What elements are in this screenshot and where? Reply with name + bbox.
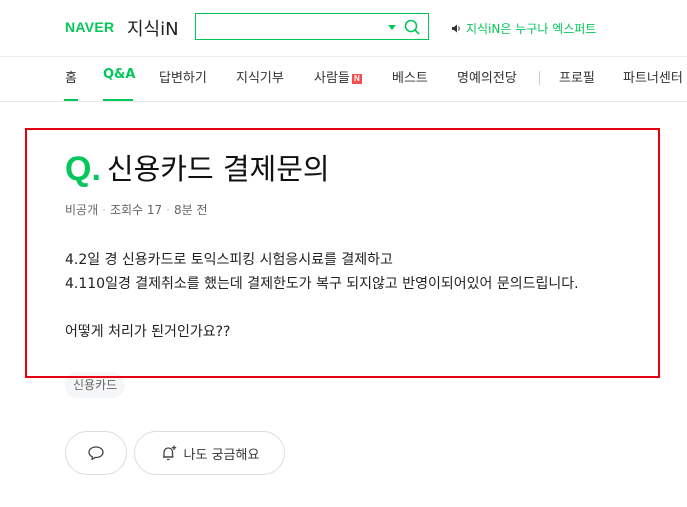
main-nav: 홈 Q&A 답변하기 지식기부 사람들 N 베스트 명예의전당 프로필 파트너센터	[0, 57, 687, 102]
tab-home[interactable]: 홈	[65, 67, 77, 86]
comment-icon	[88, 446, 104, 461]
active-tab-underline	[103, 99, 133, 101]
nav-divider	[539, 71, 540, 85]
search-input[interactable]	[200, 17, 374, 38]
new-badge: N	[351, 73, 362, 84]
expert-notice[interactable]: 지식iN은 누구나 엑스퍼트	[451, 20, 596, 37]
curious-button-label: 나도 궁금해요	[183, 447, 260, 463]
comment-button[interactable]	[65, 431, 127, 475]
expert-notice-text: 지식iN은 누구나 엑스퍼트	[466, 22, 597, 36]
tab-partner-center[interactable]: 파트너센터	[623, 67, 683, 86]
curious-button[interactable]: 나도 궁금해요	[134, 431, 285, 475]
tab-qna[interactable]: Q&A	[103, 67, 135, 82]
tab-people[interactable]: 사람들 N	[314, 67, 362, 86]
header: NAVER 지식iN 지식iN은 누구나 엑스퍼트	[0, 0, 687, 57]
tab-answer[interactable]: 답변하기	[159, 67, 207, 86]
chevron-down-icon[interactable]	[388, 25, 396, 30]
speaker-icon	[452, 24, 460, 33]
tab-best[interactable]: 베스트	[392, 67, 428, 86]
naver-logo[interactable]: NAVER	[65, 19, 114, 35]
tab-donate[interactable]: 지식기부	[236, 67, 284, 86]
jisikin-logo[interactable]: 지식iN	[127, 15, 179, 41]
home-underline	[64, 99, 78, 101]
bell-plus-icon	[162, 445, 176, 461]
search-icon[interactable]	[403, 18, 421, 36]
tab-hall-of-fame[interactable]: 명예의전당	[457, 67, 517, 86]
tab-profile[interactable]: 프로필	[559, 67, 595, 86]
tab-people-label: 사람들	[314, 71, 350, 86]
highlight-box	[25, 128, 660, 378]
search-box	[195, 13, 429, 40]
